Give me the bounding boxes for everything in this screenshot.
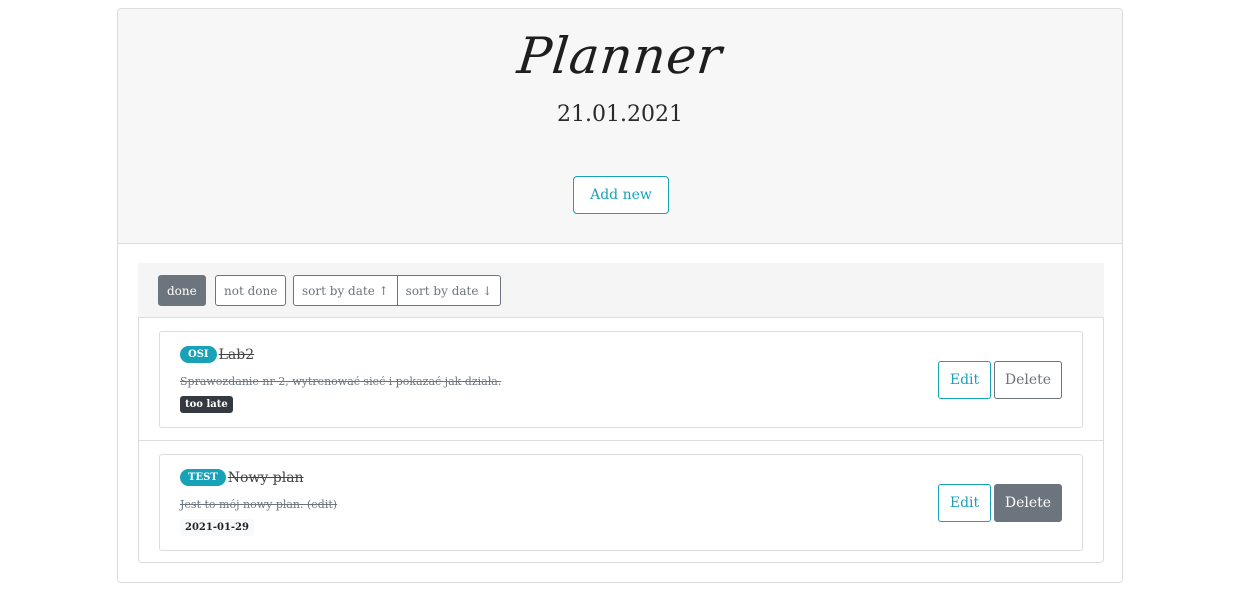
sort-date-asc-button[interactable]: sort by date ↑ (293, 275, 398, 306)
task-title: Lab2 (218, 346, 255, 363)
app-title: Planner (514, 27, 726, 85)
planner-card: Planner 21.01.2021 Add new done not done… (117, 8, 1123, 583)
task-card: TEST Nowy plan Jest to mój nowy plan. (e… (159, 454, 1083, 551)
sort-date-desc-button[interactable]: sort by date ↓ (397, 275, 502, 306)
list-item: TEST Nowy plan Jest to mój nowy plan. (e… (139, 440, 1103, 562)
task-tag-badge: OSI (180, 346, 217, 363)
add-new-button[interactable]: Add new (573, 176, 669, 214)
sort-button-group: sort by date ↑ sort by date ↓ (293, 275, 502, 306)
filter-not-done-button[interactable]: not done (215, 275, 287, 306)
task-card: OSI Lab2 Sprawozdanie nr 2, wytrenować s… (159, 331, 1083, 428)
list-item: OSI Lab2 Sprawozdanie nr 2, wytrenować s… (139, 318, 1103, 440)
edit-button[interactable]: Edit (938, 484, 991, 522)
current-date: 21.01.2021 (557, 102, 683, 127)
task-description: Sprawozdanie nr 2, wytrenować sieć i pok… (180, 375, 502, 388)
task-tag-badge: TEST (180, 469, 226, 486)
edit-button[interactable]: Edit (938, 361, 991, 399)
delete-button[interactable]: Delete (994, 361, 1062, 399)
task-heading: OSI Lab2 (180, 346, 254, 363)
task-description: Jest to mój nowy plan. (edit) (180, 498, 338, 511)
delete-button[interactable]: Delete (994, 484, 1062, 522)
task-title: Nowy plan (227, 469, 304, 486)
task-due-date-badge: 2021-01-29 (180, 519, 254, 536)
task-list: OSI Lab2 Sprawozdanie nr 2, wytrenować s… (138, 318, 1104, 563)
card-header: Planner 21.01.2021 Add new (118, 9, 1122, 244)
filter-toolbar: done not done sort by date ↑ sort by dat… (138, 263, 1104, 318)
task-status-badge: too late (180, 396, 233, 413)
task-heading: TEST Nowy plan (180, 469, 304, 486)
filter-done-button[interactable]: done (158, 275, 206, 306)
